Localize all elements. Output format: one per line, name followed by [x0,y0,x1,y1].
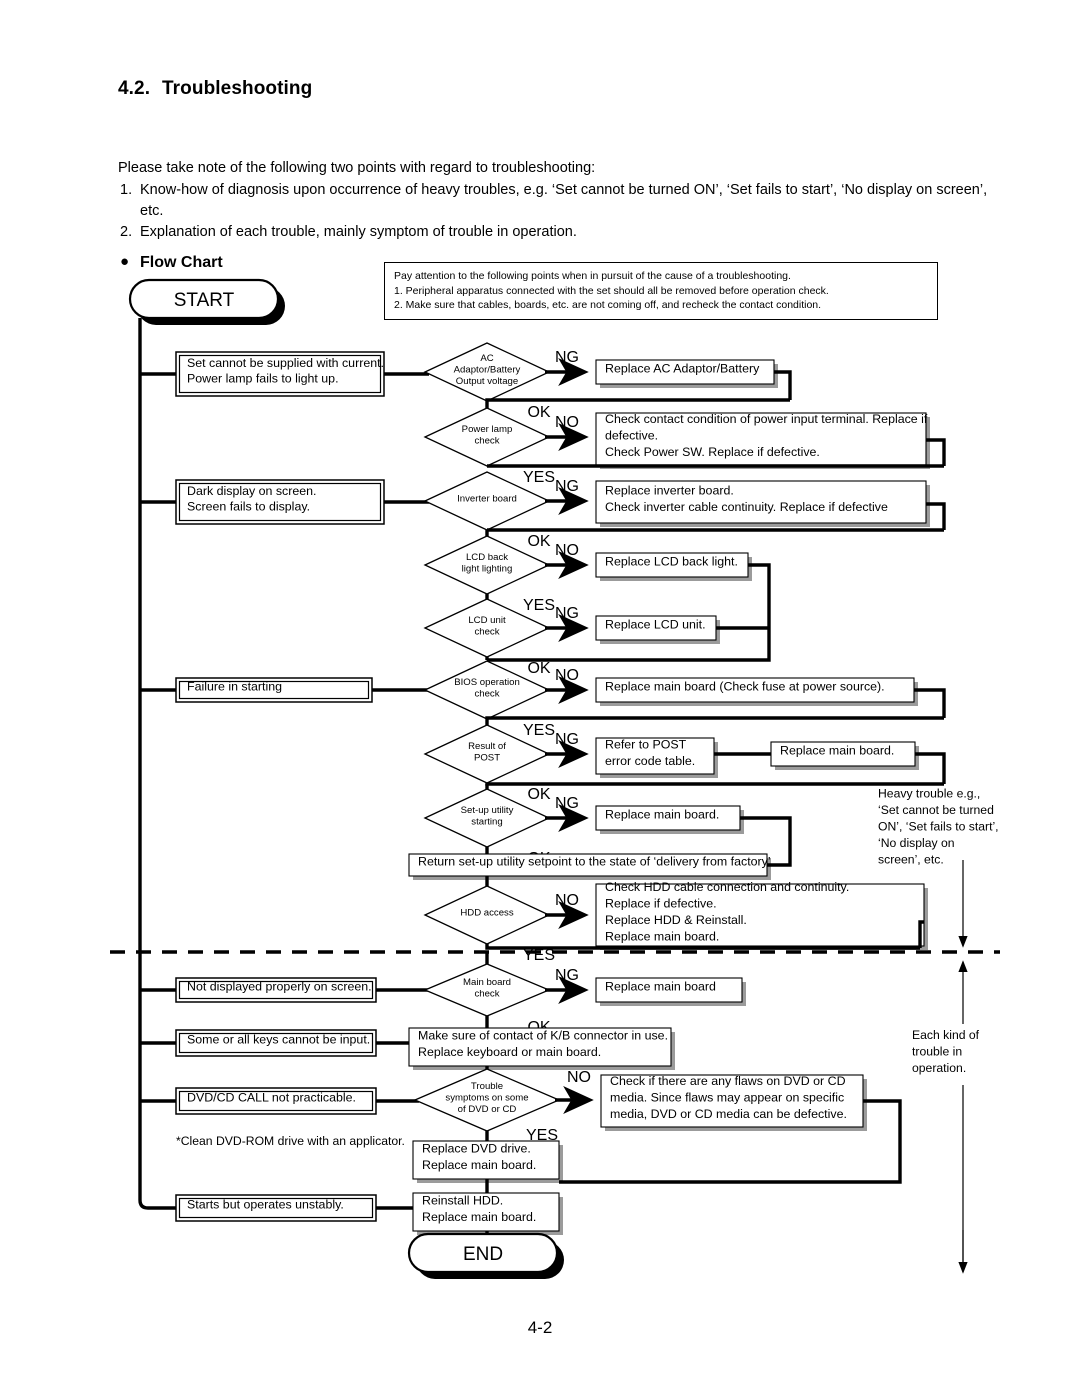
act-hddre-text-line-1: Reinstall HDD. [422,1193,503,1207]
act-media-text-line-2: media. Since flaws may appear on specifi… [610,1091,844,1105]
dec-post-ok-path [485,782,944,786]
sym-unstable-text-line-1: Starts but operates unstably. [187,1198,344,1212]
dec-post-pass-label: OK [527,786,550,803]
annotation-each-kind-line-1: Each kind of [912,1028,980,1042]
act-hddre-text-line-2: Replace main board. [422,1210,536,1224]
annotation-clean-note: *Clean DVD-ROM drive with an applicator. [176,1134,405,1148]
dec-media-label-line-2: symptoms on some [445,1093,528,1104]
annotation-heavy-trouble-line-2: ‘Set cannot be turned [878,803,994,817]
annotation-heavy-trouble-line-5: screen’, etc. [878,853,944,867]
dec-lamp-label-line-2: check [474,435,499,446]
sym-power-text-line-2: Power lamp fails to light up. [187,371,339,385]
dec-ac-fail-label: NG [555,349,579,366]
act-media-text-line-1: Check if there are any flaws on DVD or C… [610,1074,846,1088]
sym-display-text-line-1: Dark display on screen. [187,484,316,498]
act-hdd-text-line-4: Replace main board. [605,929,719,943]
dec-post-fail-label: NG [555,731,579,748]
act-dvd-text-line-1: Replace DVD drive. [422,1141,531,1155]
dec-setup-label-line-2: starting [471,816,502,827]
act-lamp-text-line-3: Check Power SW. Replace if defective. [605,445,820,459]
act-main-text-line-1: Replace main board [605,980,716,994]
sym-dvd-text-line-1: DVD/CD CALL not practicable. [187,1091,356,1105]
act-post2-text-line-1: Replace main board. [780,744,894,758]
annotation-heavy-trouble-line-3: ON’, ‘Set fails to start’, [878,820,999,834]
dec-ac-label-line-3: Output voltage [456,376,518,387]
dec-media-label-line-1: Trouble [471,1081,503,1092]
act-inv-text-line-2: Check inverter cable continuity. Replace… [605,500,888,514]
act-bios-text-line-1: Replace main board (Check fuse at power … [605,680,885,694]
dec-backlit-pass-label: YES [523,597,555,614]
dec-ac-pass-label: OK [527,404,550,421]
annotation-heavy-trouble-line-4: ‘No display on [878,836,955,850]
act-media-text-line-3: media, DVD or CD media can be defective. [610,1107,847,1121]
dec-media-fail-label: NO [567,1069,591,1086]
act-dvd-text-line-2: Replace main board. [422,1158,536,1172]
dec-lcd-fail-label: NG [555,605,579,622]
dec-hdd-fail-label: NO [555,892,579,909]
end-terminal-label: END [463,1244,503,1265]
dec-lamp-pass-label: YES [523,469,555,486]
dec-backlit-label-line-2: light lighting [462,563,513,574]
dec-lamp-fail-label: NO [555,414,579,431]
act-bios-return [914,688,946,718]
troubleshooting-flow-chart: START Set cannot be supplied with current… [110,278,1000,1279]
act-lcd-text-line-1: Replace LCD unit. [605,618,706,632]
act-lamp-text-line-2: defective. [605,429,658,443]
dec-lcd-label-line-1: LCD unit [468,615,506,626]
start-terminal-label: START [174,290,235,311]
left-spine [138,318,176,1210]
sym-start-text-line-1: Failure in starting [187,680,282,694]
dec-media-label-line-3: of DVD or CD [458,1104,517,1115]
annotation-each-kind-line-3: operation. [912,1061,966,1075]
dec-bios-label-line-1: BIOS operation [454,677,520,688]
act-post-text-line-2: error code table. [605,754,695,768]
dec-setup-label-line-1: Set-up utility [461,805,514,816]
act-inv-text-line-1: Replace inverter board. [605,483,734,497]
dec-bios-yes-path [485,716,944,720]
annotation-each-kind-line-2: trouble in [912,1045,962,1059]
dec-bios-pass-label: YES [523,722,555,739]
sym-display-text-line-2: Screen fails to display. [187,499,310,513]
act-setup-text-line-1: Replace main board. [605,808,719,822]
annotation-heavy-trouble-line-1: Heavy trouble e.g., [878,787,980,801]
dec-inv-fail-label: NG [555,478,579,495]
sym-power-text-line-1: Set cannot be supplied with current. [187,356,384,370]
act-hdd-text-line-2: Replace if defective. [605,896,717,910]
dec-lamp-label-line-1: Power lamp [462,424,513,435]
dec-post-label-line-2: POST [474,752,500,763]
dec-inv-pass-label: OK [527,533,550,550]
act-ac-text-line-1: Replace AC Adaptor/Battery [605,362,760,376]
act-hdd-text-line-3: Replace HDD & Reinstall. [605,913,747,927]
dec-backlit-label-line-1: LCD back [466,552,508,563]
dec-ac-label-line-1: AC [480,353,493,364]
dec-main-label-line-1: Main board [463,977,511,988]
dec-backlit-fail-label: NO [555,542,579,559]
dec-bios-label-line-2: check [474,688,499,699]
dec-setup-fail-label: NG [555,795,579,812]
document-page: 4.2. Troubleshooting Please take note of … [0,0,1080,1397]
act-backlit-text-line-1: Replace LCD back light. [605,555,738,569]
dec-inv-label-line-1: Inverter board [457,494,517,505]
dec-post-label-line-1: Result of [468,741,506,752]
dec-ac-label-line-2: Adaptor/Battery [454,365,521,376]
act-post-text-line-1: Refer to POST [605,737,687,751]
act-lamp-text-line-1: Check contact condition of power input t… [605,412,928,426]
dec-hdd-label-line-1: HDD access [460,908,514,919]
sym-keys-text-line-1: Some or all keys cannot be input. [187,1033,370,1047]
act-hdd-text-line-1: Check HDD cable connection and continuit… [605,880,849,894]
sym-notdisp-text-line-1: Not displayed properly on screen. [187,980,372,994]
act-setup-ok-text-line-1: Return set-up utility setpoint to the st… [418,855,774,869]
dec-main-fail-label: NG [555,967,579,984]
dec-main-label-line-2: check [474,988,499,999]
dec-lcd-label-line-2: check [474,626,499,637]
act-kb-text-line-1: Make sure of contact of K/B connector in… [418,1028,668,1042]
act-kb-text-line-2: Replace keyboard or main board. [418,1045,601,1059]
act-post2-return [915,752,946,784]
dec-ac-ok-path [485,398,790,402]
dec-bios-fail-label: NO [555,667,579,684]
page-number: 4-2 [527,1318,553,1337]
dec-lcd-pass-label: OK [527,660,550,677]
